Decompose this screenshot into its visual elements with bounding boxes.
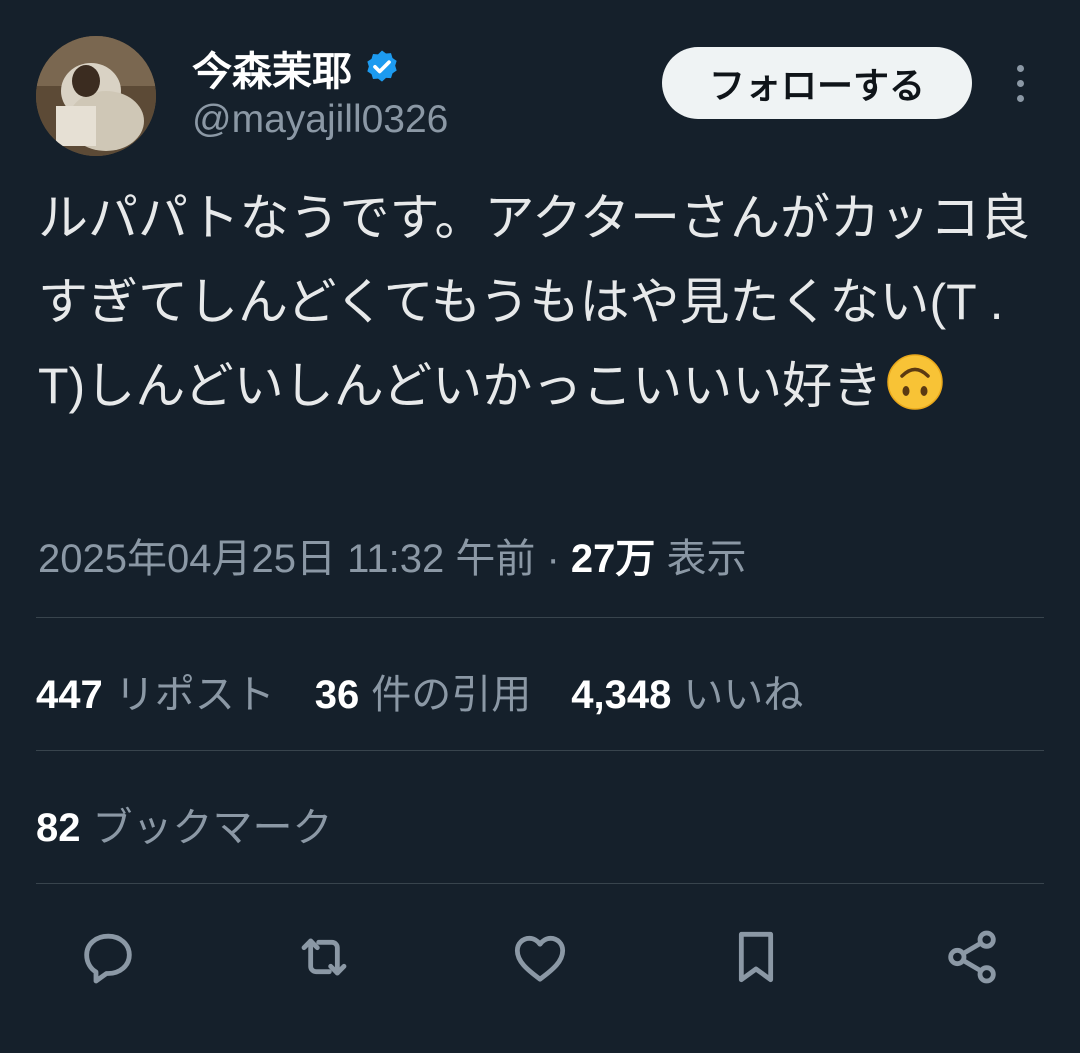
bookmark-icon[interactable] [724, 925, 788, 989]
tweet-text: ルパパトなうです。アクターさんがカッコ良すぎてしんどくてもうもはや見たくない(T… [38, 176, 1048, 428]
tweet-text-content: ルパパトなうです。アクターさんがカッコ良すぎてしんどくてもうもはや見たくない(T… [38, 190, 1030, 414]
reposts-label: リポスト [114, 673, 275, 717]
upside-down-face-emoji [886, 352, 944, 410]
more-dots-icon[interactable] [1000, 58, 1040, 108]
divider [36, 883, 1044, 884]
reply-icon[interactable] [76, 925, 140, 989]
divider [36, 617, 1044, 618]
likes-stat[interactable]: 4,348 いいね [571, 662, 803, 720]
tweet-meta: 2025年04月25日 11:32 午前 · 27万 表示 [38, 526, 747, 584]
avatar-photo [36, 36, 156, 156]
likes-label: いいね [683, 673, 804, 717]
quotes-count: 36 [314, 673, 360, 717]
timestamp[interactable]: 2025年04月25日 11:32 午前 [38, 537, 535, 581]
quotes-label: 件の引用 [371, 673, 532, 717]
author-name-row[interactable]: 今森茉耶 [192, 42, 402, 94]
share-icon[interactable] [940, 925, 1004, 989]
like-icon[interactable] [508, 925, 572, 989]
repost-icon[interactable] [292, 925, 356, 989]
follow-button[interactable]: フォローする [662, 47, 972, 119]
likes-count: 4,348 [571, 673, 672, 717]
verified-badge-icon [362, 48, 402, 88]
bookmarks-stat[interactable]: 82 ブックマーク [36, 795, 333, 853]
views-label: 表示 [666, 537, 747, 581]
reposts-stat[interactable]: 447 リポスト [36, 662, 275, 720]
engagement-stats: 447 リポスト 36 件の引用 4,348 いいね [36, 662, 803, 720]
views-count: 27万 [570, 537, 656, 581]
display-name[interactable]: 今森茉耶 [192, 39, 352, 97]
divider [36, 750, 1044, 751]
reposts-count: 447 [36, 673, 103, 717]
bookmarks-count: 82 [36, 806, 81, 850]
bookmarks-label: ブックマーク [92, 806, 333, 850]
meta-separator: · [546, 537, 560, 581]
author-handle[interactable]: @mayajill0326 [192, 98, 448, 142]
avatar[interactable] [36, 36, 156, 156]
quotes-stat[interactable]: 36 件の引用 [315, 662, 532, 720]
